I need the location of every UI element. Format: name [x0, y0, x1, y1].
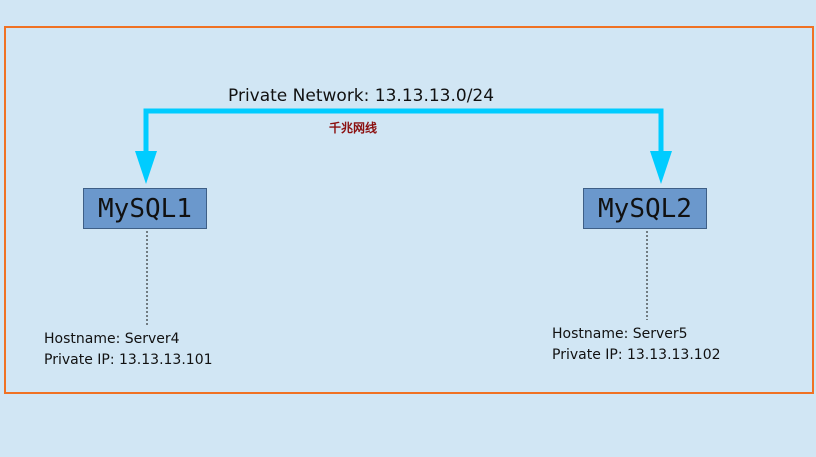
mysql2-node: MySQL2 [583, 188, 707, 229]
mysql1-hostname: Hostname: Server4 [44, 331, 180, 347]
network-line [143, 108, 664, 152]
arrow-to-mysql2 [650, 151, 672, 184]
mysql1-private-ip: Private IP: 13.13.13.101 [44, 352, 213, 368]
network-label: Private Network: 13.13.13.0/24 [228, 86, 495, 106]
mysql1-node: MySQL1 [83, 188, 207, 229]
mysql1-host-info: Hostname: Server4 Private IP: 13.13.13.1… [44, 329, 213, 371]
mysql2-private-ip: Private IP: 13.13.13.102 [552, 347, 721, 363]
mysql2-hostname: Hostname: Server5 [552, 326, 688, 342]
arrow-to-mysql1 [135, 151, 157, 184]
network-sublabel: 千兆网线 [329, 121, 378, 135]
mysql2-host-info: Hostname: Server5 Private IP: 13.13.13.1… [552, 324, 721, 366]
